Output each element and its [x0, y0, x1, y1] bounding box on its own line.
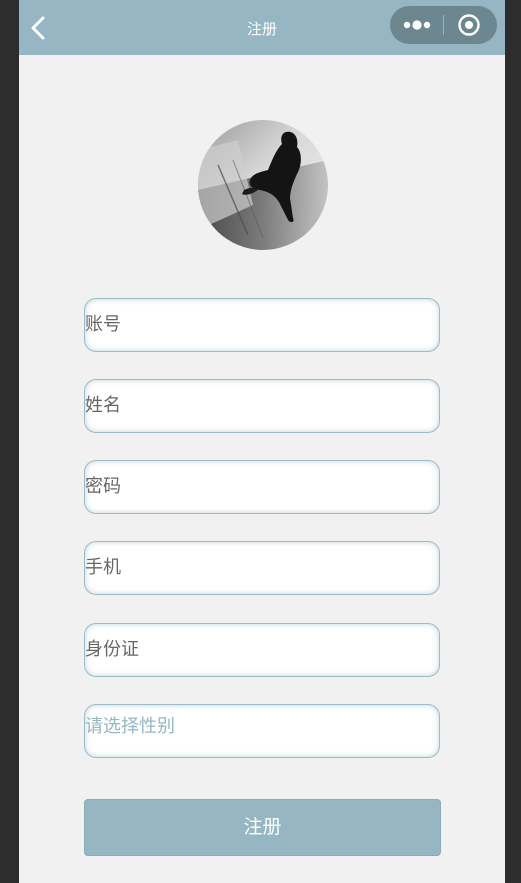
name-placeholder: 姓名 — [85, 395, 121, 416]
password-placeholder: 密码 — [85, 476, 121, 497]
target-circle-icon — [458, 14, 480, 36]
register-button-label: 注册 — [243, 816, 282, 838]
id-card-input[interactable]: 身份证 — [84, 623, 440, 677]
account-placeholder: 账号 — [85, 314, 121, 335]
more-dots-icon — [403, 20, 431, 30]
id-card-placeholder: 身份证 — [85, 639, 139, 660]
mini-program-capsule — [390, 6, 497, 44]
more-button[interactable] — [390, 6, 443, 44]
close-button[interactable] — [444, 6, 497, 44]
account-input[interactable]: 账号 — [84, 298, 440, 352]
register-button[interactable]: 注册 — [84, 799, 441, 856]
gender-picker-placeholder: 请选择性别 — [85, 716, 175, 737]
phone-screen: 注册 账号 姓名 密码 手机 身份证 请选择性别 注册 — [19, 0, 505, 883]
phone-placeholder: 手机 — [85, 557, 121, 578]
name-input[interactable]: 姓名 — [84, 379, 440, 433]
password-input[interactable]: 密码 — [84, 460, 440, 514]
phone-input[interactable]: 手机 — [84, 541, 440, 595]
avatar-photo — [198, 120, 328, 250]
avatar[interactable] — [198, 120, 328, 250]
gender-picker[interactable]: 请选择性别 — [84, 704, 440, 758]
navigation-bar: 注册 — [19, 0, 505, 55]
